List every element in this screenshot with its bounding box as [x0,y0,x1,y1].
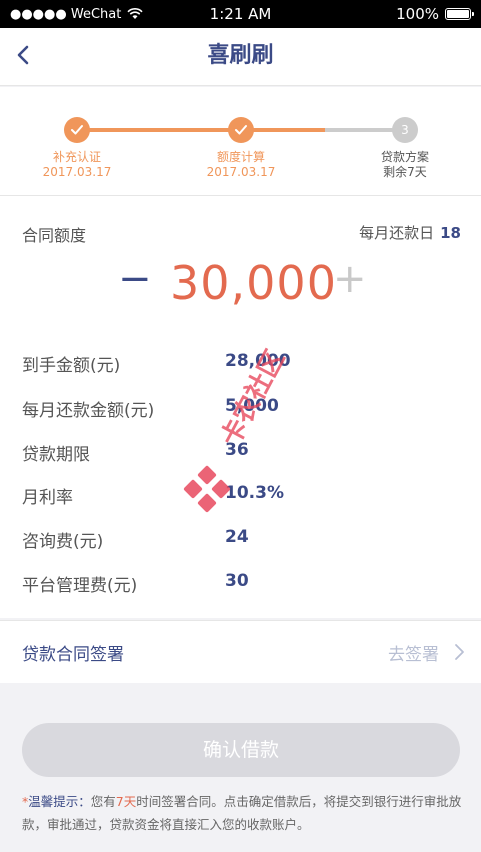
nav-bar: 喜刷刷 [0,28,481,86]
detail-label: 平台管理费(元) [22,576,138,596]
detail-label: 贷款期限 [22,445,90,465]
repay-day: 每月还款日 18 [359,222,461,243]
loan-details-panel: 合同额度 每月还款日 18 − 30,000 + 到手金额(元) 28,000 每… [0,196,481,618]
battery-icon [445,8,474,20]
detail-value: 30 [225,571,249,591]
detail-value: 5,000 [225,396,279,416]
detail-value: 36 [225,440,249,460]
clock: 1:21 AM [209,5,272,23]
detail-label: 每月还款金额(元) [22,401,155,421]
confirm-loan-button[interactable]: 确认借款 [22,723,460,777]
detail-label: 咨询费(元) [22,532,104,552]
progress-steps: 3 补充认证 2017.03.17 额度计算 2017.03.17 贷款方案 剩… [0,87,481,196]
contract-amount-label: 合同额度 [22,226,87,245]
step-1-label: 补充认证 2017.03.17 [42,150,112,179]
detail-value: 24 [225,527,249,547]
detail-value: 10.3% [225,483,284,503]
sign-contract-action: 去签署 [388,645,439,665]
step-connector-1 [77,128,241,132]
page-title: 喜刷刷 [207,43,274,68]
detail-label: 到手金额(元) [22,356,121,376]
detail-label: 月利率 [22,488,73,508]
status-bar: ●●●●● WeChat 1:21 AM 100% [0,0,481,28]
tip-days: 7天 [115,794,137,809]
contract-amount-value: 30,000 [170,256,337,310]
tip-text: *温馨提示：您有7天时间签署合同。点击确定借款后，将提交到银行进行审批放款，审批… [22,790,462,836]
decrease-amount-button[interactable]: − [118,256,152,302]
detail-value: 28,000 [225,351,291,371]
repay-day-label: 每月还款日 [359,224,435,242]
step-3-label: 贷款方案 剩余7天 [380,150,429,179]
step-1-check-icon [64,117,90,143]
step-2-check-icon [228,117,254,143]
sign-contract-label: 贷款合同签署 [22,645,124,665]
tip-title: 温馨提示： [28,794,91,809]
chevron-right-icon [455,644,464,660]
step-2-label: 额度计算 2017.03.17 [206,150,276,179]
step-3-number: 3 [392,117,418,143]
repay-day-value: 18 [440,224,461,242]
increase-amount-button[interactable]: + [333,256,367,302]
tip-pre: 您有 [90,794,116,809]
sign-contract-row[interactable]: 贷款合同签署 去签署 [0,620,481,683]
